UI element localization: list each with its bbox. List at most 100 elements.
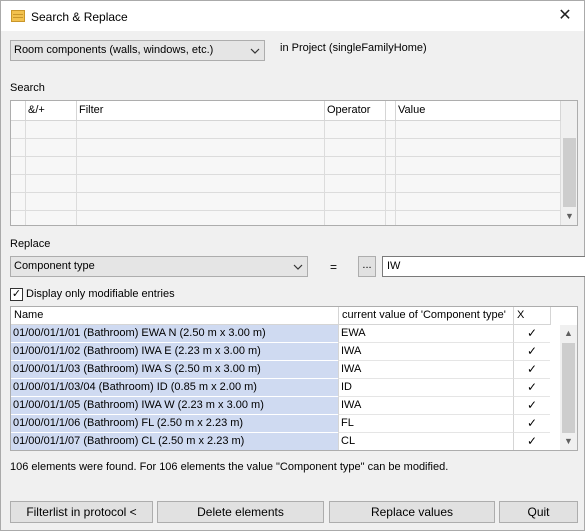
search-grid-cell[interactable] — [26, 157, 77, 175]
search-grid-scrollbar[interactable]: ▼ — [561, 101, 577, 225]
scroll-up-icon[interactable]: ▲ — [560, 325, 577, 342]
search-grid-cell[interactable] — [325, 121, 386, 139]
search-grid-cell[interactable] — [77, 139, 325, 157]
row-name-cell: 01/00/01/1/03/04 (Bathroom) ID (0.85 m x… — [11, 379, 338, 397]
search-grid-cell[interactable] — [396, 121, 561, 139]
scroll-down-icon[interactable]: ▼ — [560, 433, 577, 450]
scroll-down-icon[interactable]: ▼ — [561, 208, 577, 225]
equals-sign: = — [330, 260, 338, 274]
table-row[interactable]: 01/00/01/1/03 (Bathroom) IWA S (2.50 m x… — [11, 361, 561, 379]
search-grid-cell[interactable] — [396, 157, 561, 175]
column-header-andor: &/+ — [26, 101, 77, 121]
row-value-cell[interactable]: IWA — [338, 397, 513, 415]
search-grid-cell[interactable] — [11, 121, 26, 139]
row-name-cell: 01/00/01/1/06 (Bathroom) FL (2.50 m x 2.… — [11, 415, 338, 433]
search-grid-cell[interactable] — [26, 211, 77, 225]
row-name-cell: 01/00/01/1/03 (Bathroom) IWA S (2.50 m x… — [11, 361, 338, 379]
search-grid-cell[interactable] — [11, 175, 26, 193]
search-grid-cell[interactable] — [396, 175, 561, 193]
search-filter-grid[interactable]: &/+ Filter Operator Value ▼ — [10, 100, 578, 226]
search-grid-cell[interactable] — [77, 193, 325, 211]
column-header-name[interactable]: Name — [11, 307, 339, 325]
quit-button[interactable]: Quit — [499, 501, 578, 523]
results-scrollbar[interactable]: ▲ ▼ — [560, 325, 577, 450]
table-row[interactable]: 01/00/01/1/05 (Bathroom) IWA W (2.23 m x… — [11, 397, 561, 415]
row-value-cell[interactable]: IWA — [338, 361, 513, 379]
search-grid-cell[interactable] — [26, 193, 77, 211]
row-name-cell: 01/00/01/1/07 (Bathroom) CL (2.50 m x 2.… — [11, 433, 338, 450]
search-grid-cell[interactable] — [386, 211, 396, 225]
row-checkmark-icon[interactable]: ✓ — [513, 433, 550, 450]
row-checkmark-icon[interactable]: ✓ — [513, 361, 550, 379]
search-grid-cell[interactable] — [396, 139, 561, 157]
row-checkmark-icon[interactable]: ✓ — [513, 415, 550, 433]
status-text: 106 elements were found. For 106 element… — [10, 461, 449, 473]
row-name-cell: 01/00/01/1/02 (Bathroom) IWA E (2.23 m x… — [11, 343, 338, 361]
column-header-operator: Operator — [325, 101, 386, 121]
row-value-cell[interactable]: ID — [338, 379, 513, 397]
replace-attribute-value: Component type — [14, 260, 95, 272]
row-name-cell: 01/00/01/1/05 (Bathroom) IWA W (2.23 m x… — [11, 397, 338, 415]
search-grid-cell[interactable] — [77, 121, 325, 139]
delete-elements-button[interactable]: Delete elements — [157, 501, 324, 523]
search-grid-cell[interactable] — [396, 211, 561, 225]
search-grid-cell[interactable] — [325, 193, 386, 211]
replace-values-button[interactable]: Replace values — [329, 501, 495, 523]
row-checkmark-icon[interactable]: ✓ — [513, 397, 550, 415]
search-grid-cell[interactable] — [77, 211, 325, 225]
chevron-down-icon — [250, 42, 260, 63]
search-grid-cell[interactable] — [386, 157, 396, 175]
replace-attribute-dropdown[interactable]: Component type — [10, 256, 308, 277]
search-label: Search — [10, 82, 45, 94]
search-grid-cell[interactable] — [11, 139, 26, 157]
row-value-cell[interactable]: EWA — [338, 325, 513, 343]
search-grid-cell[interactable] — [386, 121, 396, 139]
row-header-corner — [11, 101, 26, 121]
row-name-cell: 01/00/01/1/01 (Bathroom) EWA N (2.50 m x… — [11, 325, 338, 343]
column-header-value: Value — [396, 101, 561, 121]
close-icon[interactable]: ✕ — [554, 5, 576, 27]
search-grid-cell[interactable] — [11, 193, 26, 211]
table-row[interactable]: 01/00/01/1/02 (Bathroom) IWA E (2.23 m x… — [11, 343, 561, 361]
window-title: Search & Replace — [31, 10, 128, 24]
new-value-input[interactable]: IW — [382, 256, 585, 277]
row-checkmark-icon[interactable]: ✓ — [513, 379, 550, 397]
search-grid-cell[interactable] — [26, 121, 77, 139]
search-grid-cell[interactable] — [325, 175, 386, 193]
scrollbar-thumb[interactable] — [563, 138, 576, 207]
column-header-current-value[interactable]: current value of 'Component type' — [339, 307, 514, 325]
search-grid-cell[interactable] — [26, 175, 77, 193]
row-checkmark-icon[interactable]: ✓ — [513, 325, 550, 343]
scrollbar-thumb[interactable] — [562, 343, 575, 433]
search-grid-cell[interactable] — [325, 157, 386, 175]
row-value-cell[interactable]: FL — [338, 415, 513, 433]
row-checkmark-icon[interactable]: ✓ — [513, 343, 550, 361]
row-value-cell[interactable]: IWA — [338, 343, 513, 361]
column-header-x[interactable]: X — [514, 307, 551, 325]
table-row[interactable]: 01/00/01/1/03/04 (Bathroom) ID (0.85 m x… — [11, 379, 561, 397]
search-grid-cell[interactable] — [77, 157, 325, 175]
table-row[interactable]: 01/00/01/1/01 (Bathroom) EWA N (2.50 m x… — [11, 325, 561, 343]
search-grid-cell[interactable] — [325, 139, 386, 157]
search-grid-cell[interactable] — [386, 139, 396, 157]
table-row[interactable]: 01/00/01/1/06 (Bathroom) FL (2.50 m x 2.… — [11, 415, 561, 433]
project-label: in Project (singleFamilyHome) — [280, 42, 427, 54]
modifiable-only-label: Display only modifiable entries — [26, 288, 175, 300]
search-grid-cell[interactable] — [325, 211, 386, 225]
table-row[interactable]: 01/00/01/1/07 (Bathroom) CL (2.50 m x 2.… — [11, 433, 561, 450]
browse-values-button[interactable]: ... — [358, 256, 376, 277]
filterlist-protocol-button[interactable]: Filterlist in protocol < — [10, 501, 153, 523]
search-grid-cell[interactable] — [386, 193, 396, 211]
search-replace-window: Search & Replace ✕ Room components (wall… — [0, 0, 585, 531]
search-grid-cell[interactable] — [396, 193, 561, 211]
search-grid-cell[interactable] — [26, 139, 77, 157]
search-grid-cell[interactable] — [11, 211, 26, 225]
search-grid-cell[interactable] — [386, 175, 396, 193]
category-value: Room components (walls, windows, etc.) — [14, 44, 214, 56]
search-grid-cell[interactable] — [77, 175, 325, 193]
row-value-cell[interactable]: CL — [338, 433, 513, 450]
results-table: Name current value of 'Component type' X… — [10, 306, 578, 451]
search-grid-cell[interactable] — [11, 157, 26, 175]
modifiable-only-checkbox[interactable]: ✓ — [10, 288, 23, 301]
category-dropdown[interactable]: Room components (walls, windows, etc.) — [10, 40, 265, 61]
